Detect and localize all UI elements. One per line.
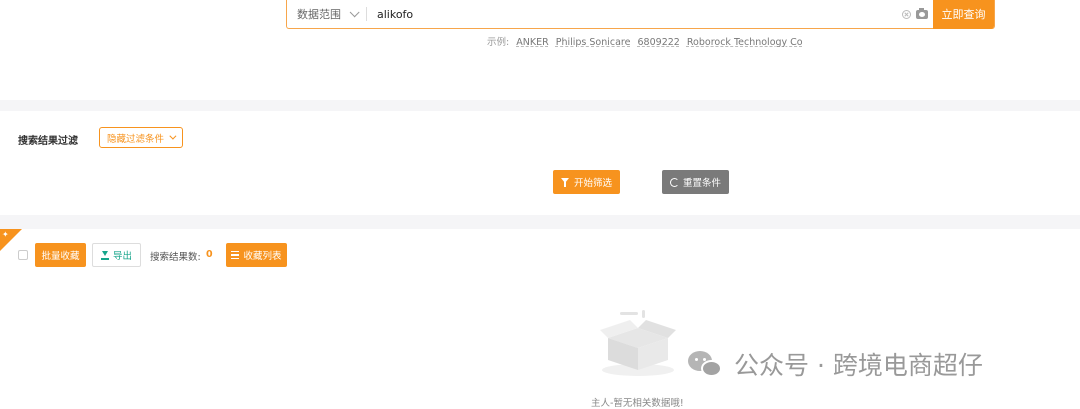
search-examples: 示例: ANKER Philips Sonicare 6809222 Robor… [487,34,803,48]
chevron-down-icon [169,132,177,140]
camera-icon[interactable] [916,7,928,19]
export-label: 导出 [112,251,132,262]
scope-dropdown[interactable]: 数据范围 [287,0,366,28]
watermark-text: 公众号 · 跨境电商超仔 [734,351,983,380]
start-filter-label: 开始筛选 [573,178,612,189]
result-count-label: 搜索结果数: [150,252,201,263]
scope-label: 数据范围 [297,8,341,21]
download-icon [100,250,109,260]
example-link[interactable]: Roborock Technology Co [687,37,803,48]
example-link[interactable]: ANKER [516,37,548,48]
filter-section-label: 搜索结果过滤 [18,136,78,147]
reset-filter-button[interactable]: 重置条件 [662,170,729,194]
batch-favorite-button[interactable]: 批量收藏 [35,243,86,267]
refresh-icon [669,177,679,187]
reset-filter-label: 重置条件 [682,178,721,189]
favorite-list-label: 收藏列表 [243,251,282,262]
hide-filter-label: 隐藏过滤条件 [107,133,165,145]
favorite-list-button[interactable]: 收藏列表 [226,243,287,267]
list-icon [231,251,240,259]
hide-filter-toggle[interactable]: 隐藏过滤条件 [99,127,183,148]
pin-icon: ✦ [2,230,9,239]
chevron-down-icon [349,6,360,17]
export-button[interactable]: 导出 [92,243,141,267]
examples-label: 示例: [487,37,510,48]
section-divider [0,215,1080,229]
funnel-icon [560,177,570,187]
clear-icon[interactable] [902,9,911,19]
section-divider [0,100,1080,111]
search-bar: 数据范围 立即查询 [286,0,995,29]
select-all-checkbox[interactable] [18,250,28,260]
search-input[interactable] [367,0,902,28]
example-link[interactable]: Philips Sonicare [556,37,631,48]
example-link[interactable]: 6809222 [638,37,680,48]
query-button[interactable]: 立即查询 [933,0,994,29]
start-filter-button[interactable]: 开始筛选 [553,170,620,194]
watermark: 公众号 · 跨境电商超仔 [688,346,983,382]
wechat-icon [688,349,724,379]
empty-state-text: 主人-暂无相关数据哦! [591,398,684,409]
empty-box-icon [600,310,676,376]
result-count-value: 0 [206,249,213,260]
